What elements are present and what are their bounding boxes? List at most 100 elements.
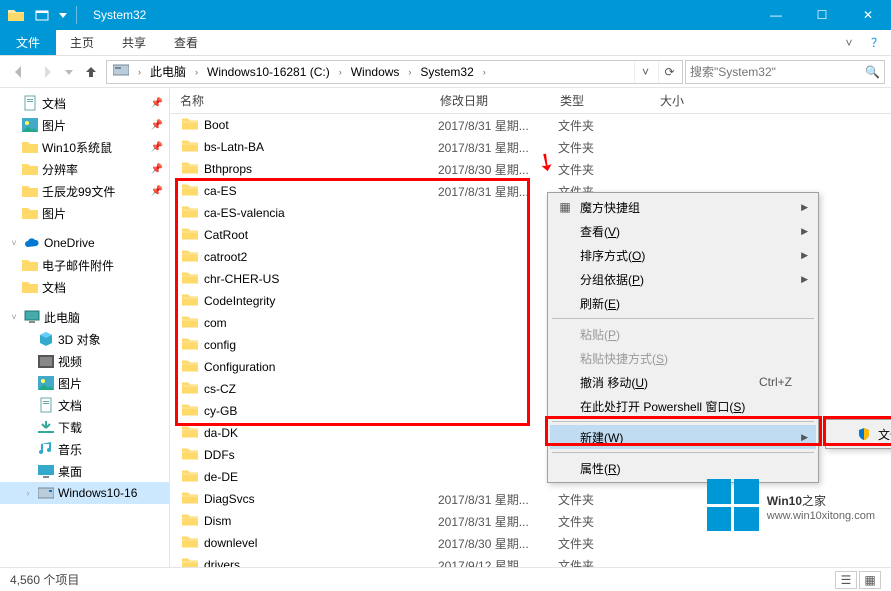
menu-item[interactable]: 撤消 移动(U)Ctrl+Z xyxy=(550,370,816,394)
menu-item[interactable]: 分组依据(P)▶ xyxy=(550,267,816,291)
back-button[interactable] xyxy=(6,59,32,85)
nav-thispc-item[interactable]: 图片 xyxy=(0,372,169,394)
menu-item[interactable]: 属性(R) xyxy=(550,456,816,480)
tab-view[interactable]: 查看 xyxy=(160,30,212,55)
address-bar[interactable]: › 此电脑 › Windows10-16281 (C:) › Windows ›… xyxy=(106,60,683,84)
file-type: 文件夹 xyxy=(548,535,648,552)
menu-item[interactable]: 刷新(E) xyxy=(550,291,816,315)
file-row[interactable]: Boot2017/8/31 星期...文件夹 xyxy=(170,114,891,136)
navigation-pane[interactable]: 文档📌图片📌Win10系统鼠📌分辨率📌壬辰龙99文件📌图片 ˅ OneDrive… xyxy=(0,88,170,567)
file-type: 文件夹 xyxy=(548,139,648,156)
file-tab[interactable]: 文件 xyxy=(0,30,56,55)
nav-quick-item[interactable]: 文档📌 xyxy=(0,92,169,114)
menu-item[interactable]: 排序方式(O)▶ xyxy=(550,243,816,267)
tab-share[interactable]: 共享 xyxy=(108,30,160,55)
help-icon[interactable]: ？ xyxy=(863,30,891,55)
context-menu[interactable]: ▦魔方快捷组▶查看(V)▶排序方式(O)▶分组依据(P)▶刷新(E)粘贴(P)粘… xyxy=(547,192,819,483)
nav-quick-item[interactable]: Win10系统鼠 📌 xyxy=(0,136,169,158)
column-headers[interactable]: 名称 修改日期 类型 大小 xyxy=(170,88,891,114)
file-row[interactable]: DiagSvcs2017/8/31 星期...文件夹 xyxy=(170,488,891,510)
view-details-button[interactable]: ☰ xyxy=(835,571,857,589)
up-button[interactable] xyxy=(78,59,104,85)
nav-thispc-item[interactable]: 3D 对象 xyxy=(0,328,169,350)
chevron-right-icon[interactable]: › xyxy=(192,67,201,77)
chevron-right-icon[interactable]: › xyxy=(480,67,489,77)
folder-icon xyxy=(182,491,198,508)
file-type: 文件夹 xyxy=(548,557,648,568)
nav-thispc-item[interactable]: 音乐 xyxy=(0,438,169,460)
refresh-icon[interactable]: ⟳ xyxy=(658,61,680,83)
breadcrumb-seg[interactable]: Windows xyxy=(347,63,404,81)
file-row[interactable]: bs-Latn-BA2017/8/31 星期...文件夹 xyxy=(170,136,891,158)
nav-label: 桌面 xyxy=(58,463,82,480)
col-type[interactable]: 类型 xyxy=(550,92,650,109)
recent-dropdown-icon[interactable] xyxy=(62,59,76,85)
nav-quick-item[interactable]: 壬辰龙99文件📌 xyxy=(0,180,169,202)
window-title: System32 xyxy=(85,8,753,22)
folder-icon xyxy=(182,425,198,442)
menu-item[interactable]: 新建(W)▶ xyxy=(550,425,816,449)
col-size[interactable]: 大小 xyxy=(650,92,891,109)
ribbon-expand-icon[interactable]: ˅ xyxy=(835,30,863,55)
col-date[interactable]: 修改日期 xyxy=(430,92,550,109)
close-button[interactable]: ✕ xyxy=(845,0,891,30)
nav-quick-item[interactable]: 图片 xyxy=(0,202,169,224)
pin-icon: 📌 xyxy=(151,142,163,153)
file-date: 2017/8/31 星期... xyxy=(428,117,548,134)
file-date: 2017/8/31 星期... xyxy=(428,183,548,200)
nav-thispc-item[interactable]: 桌面 xyxy=(0,460,169,482)
submenu-label: 文件夹(F) xyxy=(878,426,891,443)
file-name: Boot xyxy=(204,118,229,132)
search-icon[interactable]: 🔍 xyxy=(865,65,880,79)
folder-icon xyxy=(182,315,198,332)
folder-icon xyxy=(22,139,38,155)
file-name: ca-ES xyxy=(204,184,237,198)
chevron-right-icon: ▶ xyxy=(801,250,808,261)
file-row[interactable]: Bthprops2017/8/30 星期...文件夹 xyxy=(170,158,891,180)
submenu-new-folder[interactable]: 文件夹(F) xyxy=(828,422,891,446)
context-submenu[interactable]: 文件夹(F) xyxy=(825,419,891,449)
tab-home[interactable]: 主页 xyxy=(56,30,108,55)
file-row[interactable]: drivers2017/9/12 星期...文件夹 xyxy=(170,554,891,567)
nav-label: Windows10-16 xyxy=(58,486,137,500)
menu-item[interactable]: 在此处打开 Powershell 窗口(S) xyxy=(550,394,816,418)
nav-thispc-item[interactable]: 下载 xyxy=(0,416,169,438)
qat-dropdown-icon[interactable] xyxy=(56,3,70,27)
nav-label: 视频 xyxy=(58,353,82,370)
file-date: 2017/8/31 星期... xyxy=(428,139,548,156)
3d-icon xyxy=(38,331,54,347)
nav-thispc[interactable]: ˅ 此电脑 xyxy=(0,306,169,328)
chevron-right-icon[interactable]: › xyxy=(135,67,144,77)
search-input[interactable] xyxy=(690,65,865,79)
nav-label: 3D 对象 xyxy=(58,331,101,348)
maximize-button[interactable]: ☐ xyxy=(799,0,845,30)
col-name[interactable]: 名称 xyxy=(170,92,430,109)
folder-icon xyxy=(182,139,198,156)
nav-quick-item[interactable]: 图片📌 xyxy=(0,114,169,136)
minimize-button[interactable]: — xyxy=(753,0,799,30)
nav-thispc-item[interactable]: 视频 xyxy=(0,350,169,372)
view-icons-button[interactable]: ▦ xyxy=(859,571,881,589)
menu-item[interactable]: ▦魔方快捷组▶ xyxy=(550,195,816,219)
chevron-right-icon: ▶ xyxy=(801,432,808,443)
qat-item[interactable] xyxy=(30,3,54,27)
forward-button[interactable] xyxy=(34,59,60,85)
nav-onedrive[interactable]: ˅ OneDrive xyxy=(0,232,169,254)
search-box[interactable]: 🔍 xyxy=(685,60,885,84)
nav-quick-item[interactable]: 分辨率📌 xyxy=(0,158,169,180)
file-row[interactable]: downlevel2017/8/30 星期...文件夹 xyxy=(170,532,891,554)
nav-thispc-item[interactable]: 文档 xyxy=(0,394,169,416)
chevron-right-icon[interactable]: › xyxy=(336,67,345,77)
file-row[interactable]: Dism2017/8/31 星期...文件夹 xyxy=(170,510,891,532)
breadcrumb-seg[interactable]: 此电脑 xyxy=(146,61,190,82)
nav-thispc-item[interactable]: ›Windows10-16 xyxy=(0,482,169,504)
breadcrumb-seg[interactable]: System32 xyxy=(416,63,477,81)
nav-label: Win10系统鼠 xyxy=(42,139,112,156)
menu-item[interactable]: 查看(V)▶ xyxy=(550,219,816,243)
address-dropdown-icon[interactable]: ˅ xyxy=(634,61,656,83)
folder-icon xyxy=(182,249,198,266)
nav-onedrive-item[interactable]: 电子邮件附件 xyxy=(0,254,169,276)
chevron-right-icon[interactable]: › xyxy=(405,67,414,77)
nav-onedrive-item[interactable]: 文档 xyxy=(0,276,169,298)
breadcrumb-seg[interactable]: Windows10-16281 (C:) xyxy=(203,63,334,81)
